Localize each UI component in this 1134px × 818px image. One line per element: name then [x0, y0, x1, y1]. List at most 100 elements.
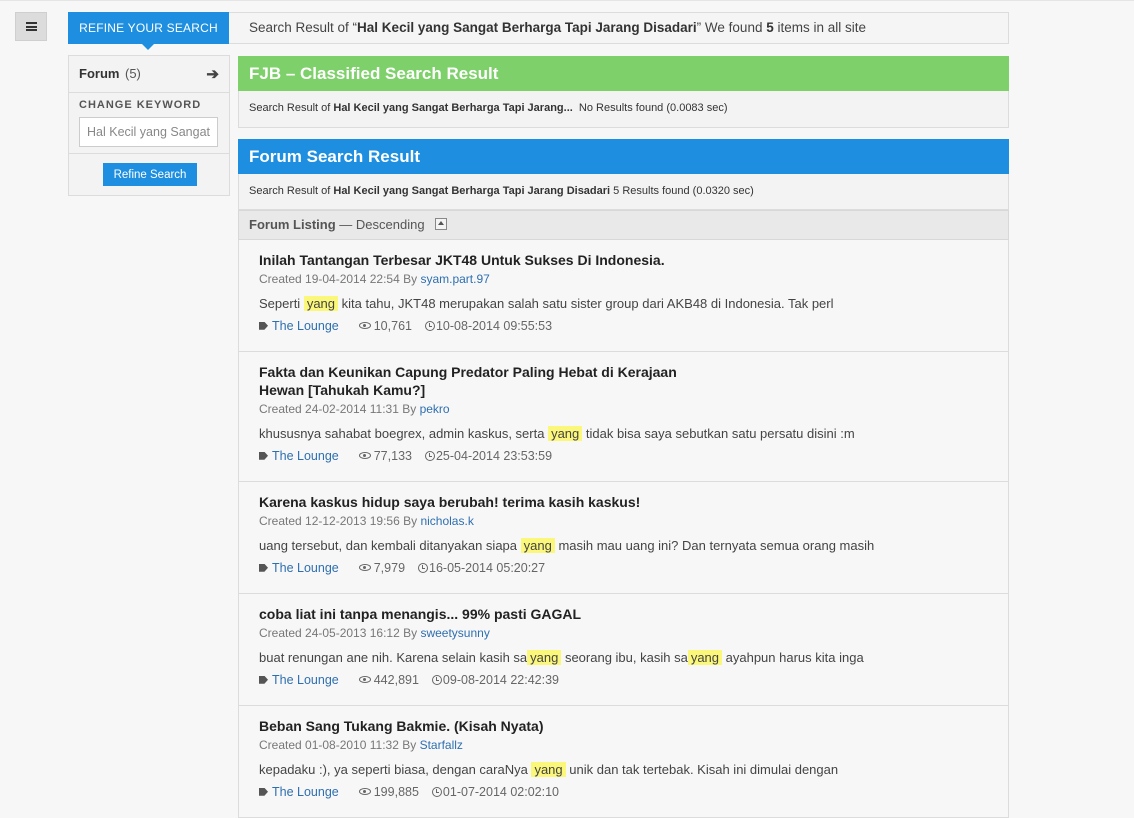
- fjb-result-summary: Search Result of Hal Kecil yang Sangat B…: [238, 91, 1009, 128]
- result-title[interactable]: Karena kaskus hidup saya berubah! terima…: [259, 493, 709, 511]
- clock-icon: [424, 320, 435, 331]
- view-count: 77,133: [373, 449, 412, 463]
- view-count: 10,761: [373, 319, 412, 333]
- result-item: Beban Sang Tukang Bakmie. (Kisah Nyata) …: [238, 706, 1009, 818]
- summary-mid: ” We found: [696, 20, 767, 35]
- result-title[interactable]: Beban Sang Tukang Bakmie. (Kisah Nyata): [259, 717, 709, 735]
- summary-count: 5: [766, 20, 774, 35]
- result-created: Created 24-05-2013 16:12 By sweetysunny: [259, 625, 988, 641]
- snippet-text: tidak bisa saya sebutkan satu persatu di…: [582, 426, 855, 441]
- created-text: Created 12-12-2013 19:56 By: [259, 514, 421, 528]
- author-link[interactable]: pekro: [420, 402, 450, 416]
- eye-icon: [358, 322, 371, 330]
- snippet-text: unik dan tak tertebak. Kisah ini dimulai…: [565, 762, 839, 777]
- forum-listing-bar: Forum Listing — Descending: [238, 210, 1009, 240]
- forum-query: Hal Kecil yang Sangat Berharga Tapi Jara…: [333, 185, 611, 197]
- category-link[interactable]: The Lounge: [272, 449, 339, 463]
- tag-icon: [259, 563, 268, 572]
- snippet-text: Seperti: [259, 296, 304, 311]
- snippet-text: khususnya sahabat boegrex, admin kaskus,…: [259, 426, 549, 441]
- sort-toggle-icon[interactable]: [434, 217, 447, 230]
- change-keyword-label: CHANGE KEYWORD: [79, 99, 202, 111]
- last-post-time: 01-07-2014 02:02:10: [442, 785, 559, 799]
- result-meta: The Lounge 7,979 16-05-2014 05:20:27: [259, 560, 988, 576]
- author-link[interactable]: syam.part.97: [420, 272, 489, 286]
- summary-suffix: items in all site: [773, 20, 867, 35]
- keyword-highlight: yang: [548, 426, 583, 441]
- clock-icon: [418, 562, 429, 573]
- result-title[interactable]: Inilah Tantangan Terbesar JKT48 Untuk Su…: [259, 251, 709, 269]
- result-meta: The Lounge 199,885 01-07-2014 02:02:10: [259, 784, 988, 800]
- result-title[interactable]: coba liat ini tanpa menangis... 99% past…: [259, 605, 709, 623]
- tag-icon: [259, 787, 268, 796]
- category-link[interactable]: The Lounge: [272, 673, 339, 687]
- result-item: coba liat ini tanpa menangis... 99% past…: [238, 594, 1009, 706]
- refine-sidebar: Forum (5) ➔ CHANGE KEYWORD Refine Search: [68, 55, 230, 196]
- result-snippet: buat renungan ane nih. Karena selain kas…: [259, 649, 988, 667]
- snippet-text: ayahpun harus kita inga: [722, 650, 864, 665]
- hamburger-icon: [25, 22, 37, 31]
- forum-filter-count: (5): [125, 66, 141, 81]
- forum-filter-label: Forum: [79, 66, 120, 81]
- view-count: 7,979: [373, 561, 406, 575]
- snippet-text: seorang ibu, kasih sa: [561, 650, 688, 665]
- created-text: Created 01-08-2010 11:32 By: [259, 738, 420, 752]
- search-summary: Search Result of “Hal Kecil yang Sangat …: [249, 20, 866, 35]
- author-link[interactable]: Starfallz: [420, 738, 463, 752]
- keyword-highlight: yang: [527, 650, 562, 665]
- author-link[interactable]: sweetysunny: [420, 626, 489, 640]
- created-text: Created 24-05-2013 16:12 By: [259, 626, 421, 640]
- result-title[interactable]: Fakta dan Keunikan Capung Predator Palin…: [259, 363, 709, 399]
- view-count: 199,885: [373, 785, 419, 799]
- clock-icon: [431, 786, 442, 797]
- last-post-time: 25-04-2014 23:53:59: [435, 449, 553, 463]
- result-snippet: khususnya sahabat boegrex, admin kaskus,…: [259, 425, 988, 443]
- snippet-text: masih mau uang ini? Dan ternyata semua o…: [554, 538, 875, 553]
- last-post-time: 09-08-2014 22:42:39: [442, 673, 559, 687]
- summary-prefix: Search Result of “: [249, 20, 358, 35]
- keyword-highlight: yang: [520, 538, 555, 553]
- forum-result-header: Forum Search Result: [238, 139, 1009, 174]
- keyword-highlight: yang: [531, 762, 566, 777]
- author-link[interactable]: nicholas.k: [420, 514, 473, 528]
- menu-toggle-button[interactable]: [15, 12, 47, 41]
- top-border: [0, 0, 1134, 1]
- eye-icon: [358, 564, 371, 572]
- listing-order: — Descending: [335, 217, 425, 232]
- forum-prefix: Search Result of: [249, 185, 334, 197]
- forum-filter[interactable]: Forum (5) ➔: [69, 56, 229, 93]
- created-text: Created 24-02-2014 11:31 By: [259, 402, 420, 416]
- snippet-text: kepadaku :), ya seperti biasa, dengan ca…: [259, 762, 532, 777]
- snippet-text: buat renungan ane nih. Karena selain kas…: [259, 650, 528, 665]
- eye-icon: [358, 788, 371, 796]
- result-created: Created 01-08-2010 11:32 By Starfallz: [259, 737, 988, 753]
- tag-icon: [259, 675, 268, 684]
- category-link[interactable]: The Lounge: [272, 319, 339, 333]
- category-link[interactable]: The Lounge: [272, 561, 339, 575]
- category-link[interactable]: The Lounge: [272, 785, 339, 799]
- search-summary-bar: REFINE YOUR SEARCH Search Result of “Hal…: [68, 12, 1009, 50]
- refine-search-button[interactable]: Refine Search: [103, 163, 197, 186]
- listing-label: Forum Listing: [249, 217, 336, 232]
- result-snippet: kepadaku :), ya seperti biasa, dengan ca…: [259, 761, 988, 779]
- last-post-time: 10-08-2014 09:55:53: [435, 319, 553, 333]
- result-item: Fakta dan Keunikan Capung Predator Palin…: [238, 352, 1009, 482]
- keyword-highlight: yang: [303, 296, 339, 311]
- forum-status: 5 Results found (0.0320 sec): [610, 185, 754, 197]
- result-meta: The Lounge 442,891 09-08-2014 22:42:39: [259, 672, 988, 688]
- fjb-prefix: Search Result of: [249, 102, 334, 114]
- fjb-query: Hal Kecil yang Sangat Berharga Tapi Jara…: [333, 102, 573, 114]
- result-item: Inilah Tantangan Terbesar JKT48 Untuk Su…: [238, 240, 1009, 352]
- forum-result-summary: Search Result of Hal Kecil yang Sangat B…: [238, 174, 1009, 210]
- result-item: Karena kaskus hidup saya berubah! terima…: [238, 482, 1009, 594]
- fjb-status: No Results found (0.0083 sec): [572, 102, 728, 114]
- result-meta: The Lounge 10,761 10-08-2014 09:55:53: [259, 318, 988, 334]
- keyword-input[interactable]: [79, 117, 218, 147]
- refine-your-search-tab[interactable]: REFINE YOUR SEARCH: [68, 12, 229, 50]
- fjb-result-header: FJB – Classified Search Result: [238, 56, 1009, 91]
- created-text: Created 19-04-2014 22:54 By: [259, 272, 421, 286]
- view-count: 442,891: [373, 673, 419, 687]
- result-created: Created 12-12-2013 19:56 By nicholas.k: [259, 513, 988, 529]
- last-post-time: 16-05-2014 05:20:27: [429, 561, 546, 575]
- result-snippet: uang tersebut, dan kembali ditanyakan si…: [259, 537, 988, 555]
